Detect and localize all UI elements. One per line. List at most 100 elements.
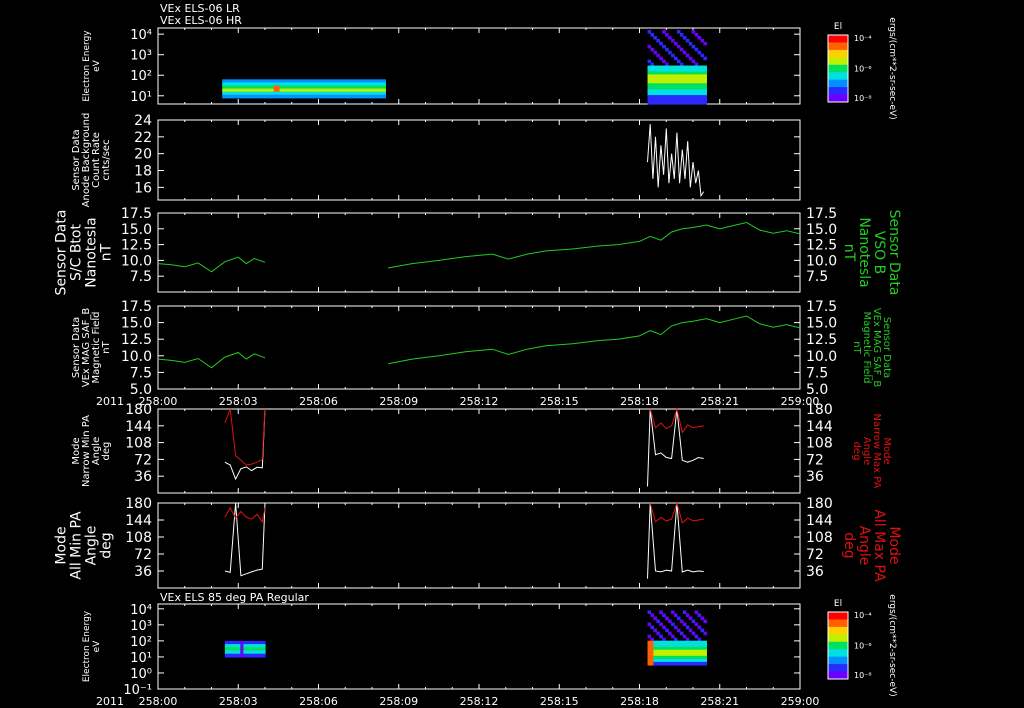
series-line-sc-btot-0 (157, 221, 801, 273)
colorbar-tick-label: 10⁻⁸ (854, 94, 872, 103)
series-line-narrow-pa-0 (224, 408, 704, 487)
y-tick-label: 10¹ (130, 90, 152, 105)
y-tick-label-right: 12.5 (806, 238, 837, 254)
y-tick-label-right: 12.5 (806, 332, 837, 348)
x-tick-label: 258:12 (460, 395, 499, 408)
heatmap-cell (703, 619, 707, 624)
colorbar-swatch (828, 94, 848, 103)
y-tick-label: 7.5 (130, 365, 152, 381)
series-line-mag-saf-b-0 (157, 315, 801, 369)
y-tick-label-right: 10.0 (806, 349, 837, 365)
colorbar-unit-label: ergs/(cm**2-sr-sec-eV) (887, 17, 897, 119)
left-axis-label: Mode (54, 526, 70, 564)
colorbar-swatch (828, 671, 848, 680)
y-tick-label: 17.5 (121, 206, 152, 222)
colorbar-swatch (828, 57, 848, 66)
y-tick-label: 18 (134, 164, 152, 180)
series-line-all-pa-1 (224, 501, 704, 524)
series-line-anode-background-0 (647, 124, 705, 198)
series-line-all-pa-0 (224, 502, 704, 579)
heatmap-cell (703, 41, 707, 46)
left-axis-label: Angle (84, 526, 100, 566)
y-tick-label-right: 7.5 (806, 365, 828, 381)
y-tick-label-right: 7.5 (806, 269, 828, 285)
y-tick-label: 10² (130, 69, 152, 84)
heatmap-electron-energy-lr-hr (222, 30, 707, 105)
left-axis-label: eV (92, 59, 102, 72)
panel-frame-sc-btot (157, 212, 801, 293)
panel-frame-narrow-pa (157, 408, 801, 494)
x-year-label: 2011 (96, 395, 124, 408)
y-tick-label: 108 (125, 436, 152, 452)
y-tick-label: 10¹ (130, 651, 152, 666)
y-tick-label-right: 10.0 (806, 253, 837, 269)
colorbar-swatch (828, 87, 848, 96)
y-tick-label: 10.0 (121, 253, 152, 269)
right-axis-label: nT (851, 341, 862, 354)
y-tick-label: 10³ (130, 49, 152, 64)
y-tick-label-right: 17.5 (806, 299, 837, 315)
y-tick-label: 16 (134, 180, 152, 196)
colorbar-tick-label: 10⁻⁶ (854, 65, 872, 74)
x-tick-label: 258:06 (299, 695, 338, 708)
y-tick-label: 180 (125, 496, 152, 512)
panel-frame-mag-saf-b (157, 305, 801, 390)
y-tick-label: 10² (130, 635, 152, 650)
colorbar-swatch (828, 656, 848, 665)
y-tick-label-right: 36 (806, 564, 824, 580)
series-line-narrow-pa-1 (224, 407, 704, 466)
y-tick-label: 36 (134, 469, 152, 485)
right-axis-label: Mode (886, 526, 902, 564)
y-tick-label: 7.5 (130, 269, 152, 285)
y-tick-label-right: 72 (806, 547, 824, 563)
y-tick-label: 72 (134, 547, 152, 563)
left-axis-label: nT (99, 243, 115, 261)
y-tick-label: 20 (134, 147, 152, 163)
y-tick-label-right: 144 (806, 419, 833, 435)
left-axis-label: cnts/sec (101, 139, 112, 180)
y-tick-label: 108 (125, 530, 152, 546)
colorbar-swatch (828, 649, 848, 658)
panel7-header: VEx ELS 85 deg PA Regular (160, 591, 309, 604)
heatmap-cell (703, 631, 707, 636)
right-axis-label: nT (841, 244, 857, 262)
left-axis-label: Electron Energy (82, 30, 92, 102)
y-tick-label-right: 180 (806, 496, 833, 512)
x-tick-label: 258:15 (540, 395, 579, 408)
x-year-label: 2011 (96, 695, 124, 708)
x-tick-label: 258:03 (219, 395, 258, 408)
y-tick-label-right: 15.0 (806, 316, 837, 332)
y-tick-label: 144 (125, 513, 152, 529)
panel-frame-anode-background (157, 119, 801, 201)
right-axis-label: Sensor Data (886, 210, 902, 296)
right-axis-label: deg (851, 442, 862, 461)
y-tick-label-right: 15.0 (806, 222, 837, 238)
left-axis-label: Nanotesla (84, 217, 100, 287)
heatmap-cell (703, 101, 707, 105)
colorbar-swatch (828, 664, 848, 673)
x-tick-label: 258:18 (620, 695, 659, 708)
colorbar-swatch (828, 72, 848, 81)
right-axis-label: deg (841, 532, 857, 558)
y-tick-label-right: 36 (806, 469, 824, 485)
colorbar-tick-label: 10⁻⁸ (854, 671, 872, 680)
right-axis-label: Nanotesla (856, 217, 872, 287)
colorbar-swatch (828, 42, 848, 51)
y-tick-label: 36 (134, 564, 152, 580)
colorbar-tick-label: 10⁻⁴ (854, 34, 872, 43)
x-tick-label: 258:12 (460, 695, 499, 708)
y-tick-label: 10³ (130, 619, 152, 634)
colorbar-swatch (828, 634, 848, 643)
left-axis-label: deg (101, 442, 112, 461)
y-tick-label: 10⁴ (130, 28, 152, 43)
colorbar-unit-label: ergs/(cm**2-sr-sec-eV) (887, 594, 897, 696)
y-tick-label: 72 (134, 452, 152, 468)
y-tick-label-right: 72 (806, 452, 824, 468)
colorbar-swatch (828, 612, 848, 620)
colorbar-title: El (834, 599, 842, 609)
colorbar-swatch (828, 49, 848, 58)
y-tick-label: 15.0 (121, 222, 152, 238)
left-axis-label: eV (92, 640, 102, 653)
panel-frame-all-pa (157, 502, 801, 589)
left-axis-label: deg (99, 532, 115, 558)
